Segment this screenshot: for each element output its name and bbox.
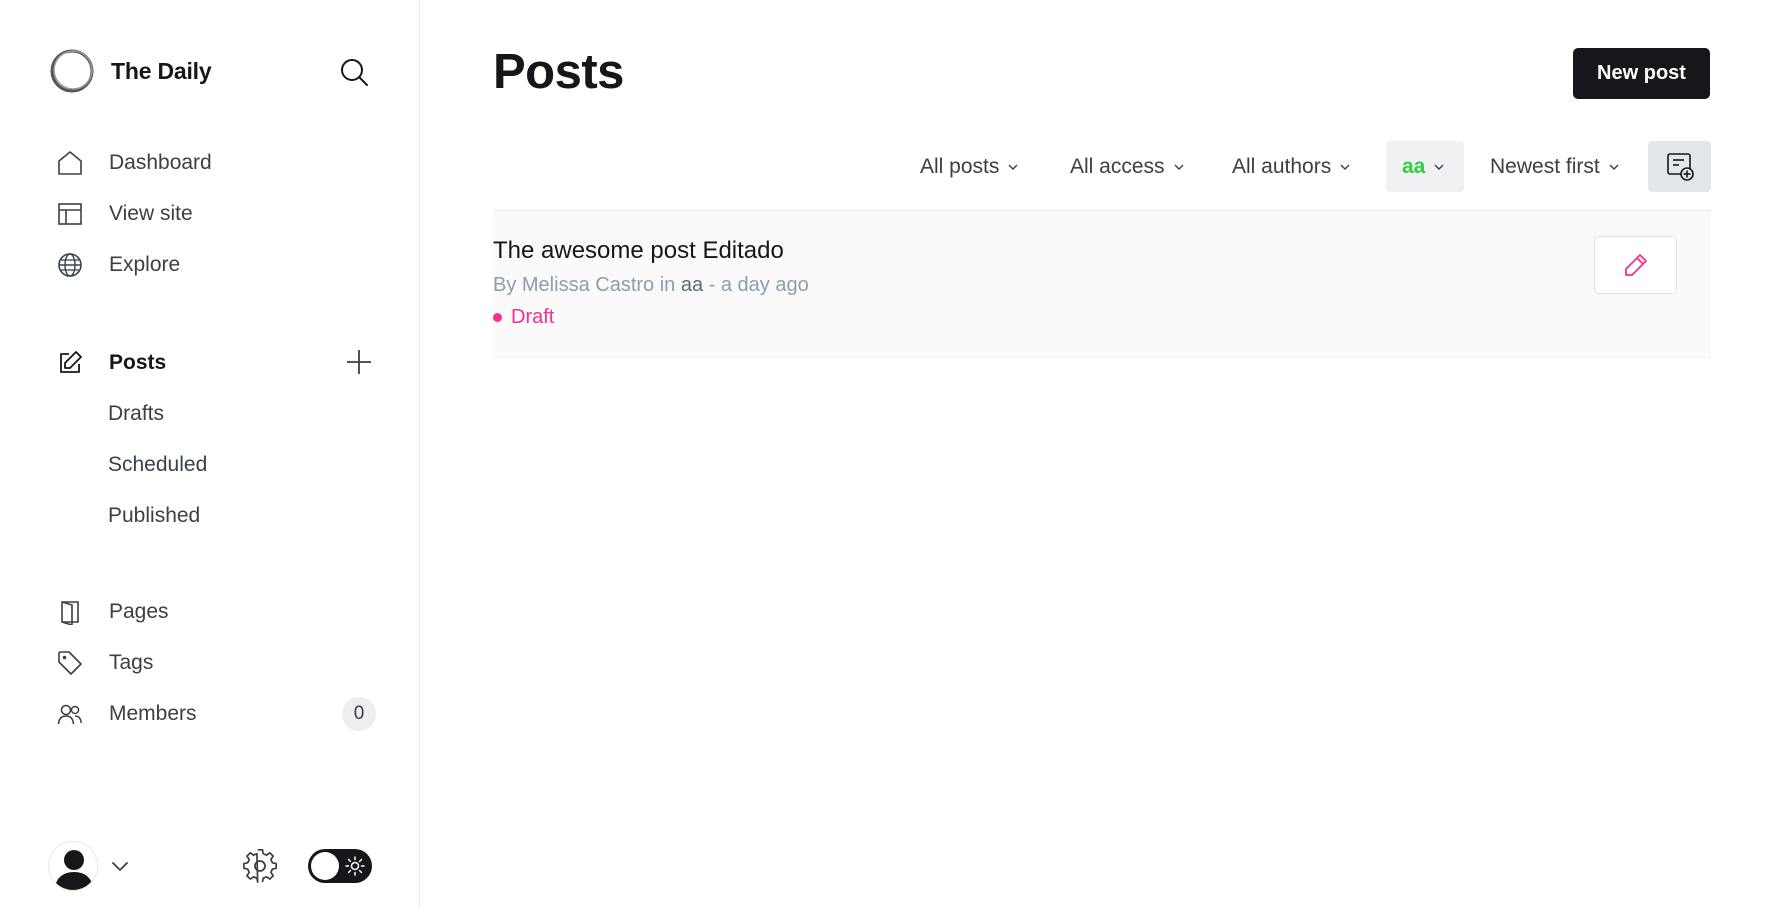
filter-bar: All posts All access All authors aa Newe… <box>0 141 1779 192</box>
filter-label: aa <box>1402 154 1426 178</box>
view-settings-icon <box>1666 152 1694 181</box>
user-silhouette-icon <box>54 850 94 890</box>
status-dot <box>493 313 502 322</box>
sidebar-item-label: Members <box>109 701 197 725</box>
sidebar-item-pages[interactable]: Pages <box>56 586 376 637</box>
filter-access[interactable]: All access <box>1054 141 1201 192</box>
sidebar-item-label: Pages <box>109 599 169 623</box>
filter-authors[interactable]: All authors <box>1216 141 1367 192</box>
sidebar-item-published[interactable]: Published <box>56 490 376 541</box>
site-logo-icon <box>50 49 94 93</box>
sidebar-item-label: Posts <box>109 350 167 374</box>
post-list-item[interactable]: The awesome post Editado By Melissa Cast… <box>493 211 1711 359</box>
chevron-down-icon <box>1434 164 1444 170</box>
sun-icon <box>345 856 365 876</box>
post-title: The awesome post Editado <box>493 237 784 264</box>
members-icon <box>56 700 84 728</box>
filter-order[interactable]: Newest first <box>1474 141 1636 192</box>
post-tag: aa <box>680 274 704 296</box>
post-meta: By Melissa Castro in aa - a day ago <box>493 274 809 297</box>
status-label: Draft <box>511 306 555 328</box>
add-post-button[interactable] <box>342 345 376 379</box>
sidebar-item-posts[interactable]: Posts <box>56 337 376 388</box>
sidebar-item-explore[interactable]: Explore <box>56 239 376 290</box>
post-status: Draft <box>493 306 554 329</box>
sidebar-item-label: Explore <box>109 252 181 276</box>
filter-post-type[interactable]: All posts <box>904 141 1035 192</box>
posts-nav: Posts Drafts Scheduled Published <box>56 337 376 541</box>
chevron-down-icon <box>1340 164 1350 170</box>
view-options-button[interactable] <box>1648 141 1711 192</box>
edit-post-button[interactable] <box>1594 236 1677 294</box>
sidebar-item-scheduled[interactable]: Scheduled <box>56 439 376 490</box>
tag-icon <box>56 649 84 677</box>
filter-label: Newest first <box>1490 154 1600 178</box>
post-time: - a day ago <box>703 274 809 296</box>
layout-icon <box>56 200 84 228</box>
members-count-badge: 0 <box>342 697 376 731</box>
page-title: Posts <box>493 45 624 99</box>
sidebar: The Daily Dashboard View site Explore Po… <box>0 0 420 908</box>
sidebar-item-view-site[interactable]: View site <box>56 188 376 239</box>
chevron-down-icon <box>1609 164 1619 170</box>
chevron-down-icon[interactable] <box>110 856 130 876</box>
chevron-down-icon <box>1174 164 1184 170</box>
gear-icon[interactable] <box>242 848 278 884</box>
toggle-knob <box>311 852 339 880</box>
site-name: The Daily <box>111 57 212 84</box>
sidebar-item-members[interactable]: Members 0 <box>56 688 376 739</box>
filter-label: All access <box>1070 154 1165 178</box>
theme-toggle[interactable] <box>308 849 372 883</box>
filter-label: All posts <box>920 154 1000 178</box>
filter-tag[interactable]: aa <box>1386 141 1464 192</box>
new-post-button[interactable]: New post <box>1573 48 1710 99</box>
sidebar-footer <box>48 838 378 894</box>
secondary-nav: Pages Tags Members 0 <box>56 586 376 739</box>
pencil-icon <box>1624 254 1647 276</box>
globe-icon <box>56 251 84 279</box>
plus-icon <box>347 350 371 374</box>
sidebar-item-tags[interactable]: Tags <box>56 637 376 688</box>
edit-icon <box>56 349 84 377</box>
sidebar-item-drafts[interactable]: Drafts <box>56 388 376 439</box>
brand[interactable]: The Daily <box>49 48 212 94</box>
filter-label: All authors <box>1232 154 1332 178</box>
sidebar-item-label: View site <box>109 201 193 225</box>
page-icon <box>56 598 84 626</box>
user-avatar[interactable] <box>48 841 98 891</box>
search-icon[interactable] <box>338 56 370 88</box>
post-author: By Melissa Castro in <box>493 274 681 296</box>
chevron-down-icon <box>1008 164 1018 170</box>
sidebar-item-label: Tags <box>109 650 154 674</box>
